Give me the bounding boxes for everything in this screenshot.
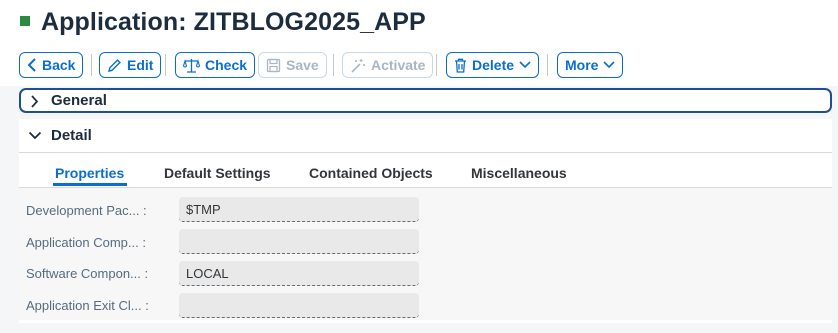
edit-button[interactable]: Edit — [99, 52, 162, 78]
chevron-left-icon — [27, 58, 36, 72]
title-bar: Application: ZITBLOG2025_APP — [0, 0, 838, 48]
application-component-label: Application Comp... : — [26, 235, 146, 250]
save-button[interactable]: Save — [258, 52, 327, 78]
toolbar-separator — [436, 54, 437, 76]
trash-icon — [455, 58, 466, 73]
active-tab-indicator — [53, 183, 127, 186]
toolbar-separator — [547, 54, 548, 76]
balance-scale-icon — [183, 58, 200, 73]
general-panel-header[interactable]: General — [19, 88, 832, 113]
tab-contained-objects[interactable]: Contained Objects — [309, 165, 433, 181]
magic-wand-icon — [351, 58, 365, 73]
back-button[interactable]: Back — [19, 52, 84, 78]
edit-button-label: Edit — [127, 57, 154, 73]
toolbar-separator — [165, 54, 166, 76]
software-component-field[interactable]: LOCAL — [179, 261, 419, 286]
check-button[interactable]: Check — [175, 52, 256, 78]
chevron-down-icon — [28, 131, 42, 140]
check-button-label: Check — [205, 57, 248, 73]
toolbar-separator — [333, 54, 334, 76]
more-button-label: More — [565, 57, 599, 73]
page-title: Application: ZITBLOG2025_APP — [41, 8, 426, 36]
back-button-label: Back — [42, 57, 76, 73]
detail-panel-header[interactable]: Detail — [19, 119, 832, 152]
object-status-square — [20, 16, 30, 26]
more-button[interactable]: More — [557, 52, 624, 78]
tab-default-settings[interactable]: Default Settings — [164, 165, 271, 181]
application-exit-class-field[interactable] — [179, 293, 419, 318]
pencil-icon — [108, 58, 121, 72]
application-component-field[interactable] — [179, 229, 419, 254]
chevron-right-icon — [31, 95, 39, 108]
chevron-down-icon — [603, 61, 616, 69]
save-button-label: Save — [286, 57, 319, 73]
toolbar-separator — [91, 54, 92, 76]
detail-panel-title: Detail — [51, 127, 92, 144]
general-panel-title: General — [51, 92, 107, 109]
delete-button-label: Delete — [472, 57, 515, 73]
tab-properties[interactable]: Properties — [55, 165, 124, 181]
application-exit-class-label: Application Exit Cl... : — [26, 298, 149, 313]
delete-button[interactable]: Delete — [446, 52, 540, 78]
chevron-down-icon — [519, 61, 531, 69]
development-package-label: Development Pac... : — [26, 203, 147, 218]
tab-miscellaneous[interactable]: Miscellaneous — [471, 165, 567, 181]
software-component-label: Software Compon... : — [26, 266, 149, 281]
activate-button[interactable]: Activate — [342, 52, 434, 78]
development-package-field[interactable]: $TMP — [179, 197, 419, 222]
activate-button-label: Activate — [371, 57, 426, 73]
save-icon — [266, 58, 281, 72]
